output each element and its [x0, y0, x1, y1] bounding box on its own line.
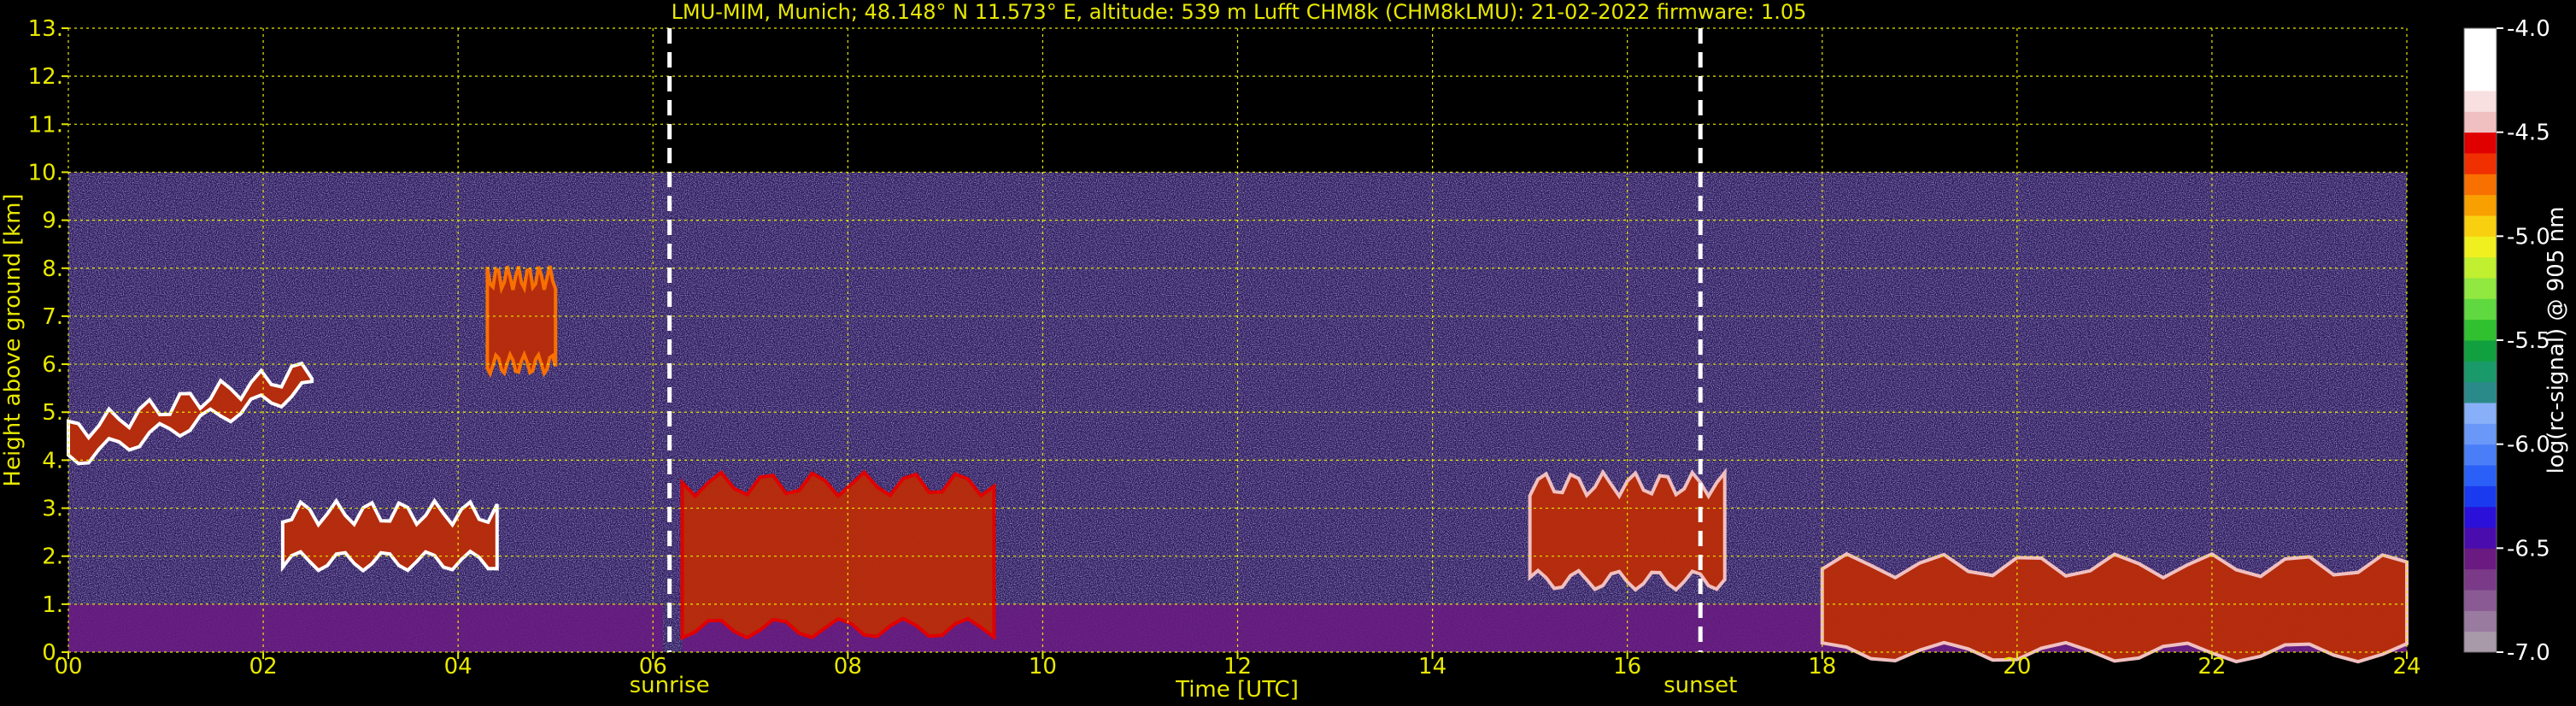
- y-tick-label: 1.: [42, 592, 63, 618]
- sunrise-label: sunrise: [630, 673, 710, 698]
- colorbar-swatch: [2464, 298, 2497, 321]
- colorbar-swatch: [2464, 256, 2497, 279]
- near-surface-aerosol-layer-segment: [68, 603, 663, 652]
- colorbar-swatch: [2464, 610, 2497, 632]
- colorbar-swatch: [2464, 568, 2497, 591]
- colorbar-swatch: [2464, 631, 2497, 653]
- y-tick-label: 6.: [42, 352, 63, 378]
- colorbar-tick-label: -4.0: [2507, 16, 2550, 42]
- y-tick-label: 9.: [42, 209, 63, 234]
- x-axis-label: Time [UTC]: [1175, 677, 1299, 703]
- colorbar-tick-label: -7.0: [2507, 640, 2550, 666]
- y-tick-label: 11.: [28, 112, 63, 138]
- colorbar-swatch: [2464, 506, 2497, 528]
- x-tick-label: 20: [2003, 654, 2031, 680]
- y-tick-label: 3.: [42, 497, 63, 522]
- colorbar-swatch: [2464, 91, 2497, 112]
- y-tick-label: 12.: [28, 64, 63, 90]
- colorbar-label: log(rc-signal) @ 905 nm: [2544, 207, 2569, 474]
- colorbar-swatch: [2464, 485, 2497, 508]
- colorbar-swatch: [2464, 111, 2497, 133]
- x-tick-label: 08: [834, 654, 862, 680]
- colorbar-swatch: [2464, 153, 2497, 174]
- y-tick-label: 13.: [28, 16, 63, 42]
- x-tick-label: 10: [1029, 654, 1057, 680]
- y-tick-label: 4.: [42, 448, 63, 474]
- colorbar-swatch: [2464, 403, 2497, 424]
- colorbar-swatch: [2464, 590, 2497, 611]
- colorbar-swatch: [2464, 361, 2497, 383]
- colorbar-swatch: [2464, 527, 2497, 549]
- x-tick-label: 24: [2392, 654, 2421, 680]
- y-tick-label: 2.: [42, 544, 63, 570]
- x-tick-label: 04: [444, 654, 472, 680]
- colorbar-swatch: [2464, 381, 2497, 403]
- y-tick-label: 10.: [28, 160, 63, 185]
- x-tick-label: 16: [1613, 654, 1641, 680]
- x-tick-label: 18: [1808, 654, 1836, 680]
- colorbar-swatch: [2464, 215, 2497, 237]
- colorbar-swatch: [2464, 548, 2497, 570]
- y-tick-label: 8.: [42, 256, 63, 282]
- x-tick-label: 14: [1418, 654, 1446, 680]
- colorbar-swatch: [2464, 174, 2497, 196]
- colorbar-swatch: [2464, 444, 2497, 466]
- y-tick-label: 0.: [42, 640, 63, 666]
- y-tick-label: 7.: [42, 304, 63, 330]
- chart-title: LMU-MIM, Munich; 48.148° N 11.573° E, al…: [672, 0, 1807, 24]
- x-tick-label: 12: [1223, 654, 1252, 680]
- colorbar-swatch: [2464, 319, 2497, 341]
- sunset-label: sunset: [1664, 673, 1737, 698]
- colorbar-swatch: [2464, 69, 2497, 91]
- x-tick-label: 02: [249, 654, 278, 680]
- colorbar-swatch: [2464, 278, 2497, 299]
- colorbar-swatch: [2464, 49, 2497, 71]
- colorbar-swatch: [2464, 132, 2497, 154]
- ceilometer-chart: LMU-MIM, Munich; 48.148° N 11.573° E, al…: [0, 0, 2569, 703]
- colorbar-tick-label: -4.5: [2507, 121, 2550, 146]
- colorbar-swatch: [2464, 340, 2497, 362]
- plot-area: [67, 27, 2409, 664]
- colorbar-swatch: [2464, 423, 2497, 445]
- x-tick-label: 22: [2198, 654, 2226, 680]
- colorbar-swatch: [2464, 28, 2497, 50]
- colorbar-swatch: [2464, 465, 2497, 486]
- y-axis-label: Height above ground [km]: [0, 193, 26, 486]
- colorbar-tick-label: -6.5: [2507, 536, 2550, 562]
- colorbar-swatch: [2464, 194, 2497, 216]
- colorbar-swatch: [2464, 236, 2497, 258]
- colorbar: -4.0-4.5-5.0-5.5-6.0-6.5-7.0: [2463, 16, 2550, 666]
- y-tick-label: 5.: [42, 400, 63, 426]
